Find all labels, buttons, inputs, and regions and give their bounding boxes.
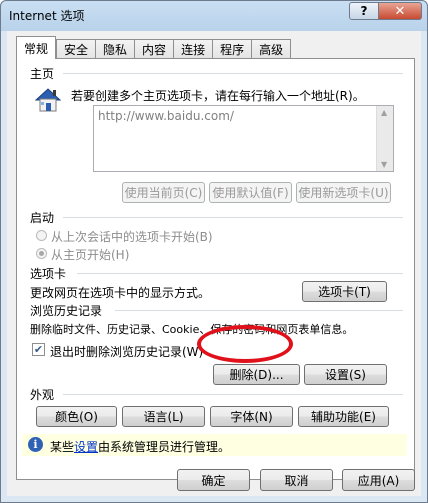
startup-last-session-label: 从上次会话中的选项卡开始(B) — [51, 230, 213, 244]
tabs-description: 更改网页在选项卡中的显示方式。 — [30, 286, 211, 300]
tab-content[interactable]: 内容 — [134, 39, 174, 59]
startup-home-label: 从主页开始(H) — [51, 248, 130, 262]
history-settings-button[interactable]: 设置(S) — [304, 364, 387, 385]
dialog-client-area: 常规 安全 隐私 内容 连接 程序 高级 主页 若要创建多个主页选项卡，请在每行 — [7, 31, 421, 496]
tab-security[interactable]: 安全 — [56, 39, 96, 59]
tabs-settings-button[interactable]: 选项卡(T) — [302, 281, 387, 302]
startup-heading: 启动 — [30, 211, 55, 225]
delete-on-exit-label: 退出时删除浏览历史记录(W) — [50, 345, 204, 359]
delete-history-button[interactable]: 删除(D)... — [213, 364, 300, 385]
help-button[interactable]: ? — [349, 2, 379, 20]
ok-button[interactable]: 确定 — [177, 469, 250, 491]
settings-link[interactable]: 设置 — [74, 440, 98, 454]
tabs-divider — [77, 273, 403, 274]
home-description: 若要创建多个主页选项卡，请在每行输入一个地址(R)。 — [71, 89, 365, 103]
use-new-tab-button[interactable]: 使用新选项卡(U) — [296, 182, 391, 203]
home-url-value: http://www.baidu.com/ — [98, 109, 234, 123]
scroll-up-icon[interactable]: ▲ — [381, 108, 387, 117]
tabs-heading: 选项卡 — [30, 267, 67, 281]
scroll-down-icon[interactable]: ▼ — [381, 160, 387, 169]
info-text: 某些设置由系统管理员进行管理。 — [50, 438, 230, 455]
home-url-textarea[interactable]: http://www.baidu.com/ ▲ ▼ — [93, 105, 394, 172]
appearance-divider — [63, 394, 403, 395]
general-tab-panel: 主页 若要创建多个主页选项卡，请在每行输入一个地址(R)。 http://www… — [16, 58, 415, 480]
tab-programs[interactable]: 程序 — [212, 39, 252, 59]
info-icon: i — [28, 437, 43, 452]
use-current-button[interactable]: 使用当前页(C) — [122, 182, 205, 203]
house-icon — [33, 85, 63, 115]
apply-button[interactable]: 应用(A) — [342, 469, 415, 491]
tab-connections[interactable]: 连接 — [173, 39, 213, 59]
tab-advanced[interactable]: 高级 — [251, 39, 292, 59]
use-default-button[interactable]: 使用默认值(F) — [209, 182, 292, 203]
info-suffix: 由系统管理员进行管理。 — [98, 440, 231, 454]
home-heading: 主页 — [30, 67, 55, 81]
home-url-scrollbar[interactable]: ▲ ▼ — [376, 106, 393, 171]
tab-privacy[interactable]: 隐私 — [95, 39, 135, 59]
internet-options-dialog: Internet 选项 ? ✕ 常规 安全 隐私 内容 连接 程序 高级 主页 — [0, 0, 428, 503]
startup-divider — [63, 217, 403, 218]
tab-general[interactable]: 常规 — [16, 36, 57, 59]
red-annotation-circle — [197, 325, 293, 363]
cancel-button[interactable]: 取消 — [260, 469, 333, 491]
colors-button[interactable]: 颜色(O) — [36, 406, 117, 427]
window-title: Internet 选项 — [9, 9, 85, 23]
history-heading: 浏览历史记录 — [30, 304, 103, 318]
close-button[interactable]: ✕ — [378, 2, 422, 20]
tab-strip: 常规 安全 隐私 内容 连接 程序 高级 — [16, 36, 292, 59]
history-description: 删除临时文件、历史记录、Cookie、保存的密码和网页表单信息。 — [30, 323, 354, 336]
delete-on-exit-checkbox[interactable]: ✔ — [32, 343, 45, 356]
appearance-heading: 外观 — [30, 388, 55, 402]
startup-last-session-radio[interactable] — [36, 230, 47, 241]
languages-button[interactable]: 语言(L) — [122, 406, 205, 427]
home-divider — [63, 73, 403, 74]
fonts-button[interactable]: 字体(N) — [210, 406, 293, 427]
history-divider — [115, 310, 403, 311]
accessibility-button[interactable]: 辅助功能(E) — [298, 406, 389, 427]
title-bar[interactable]: Internet 选项 ? ✕ — [1, 1, 427, 31]
info-prefix: 某些 — [50, 440, 75, 454]
managed-settings-infobar: i 某些设置由系统管理员进行管理。 — [22, 434, 407, 456]
startup-home-radio[interactable] — [36, 248, 47, 259]
